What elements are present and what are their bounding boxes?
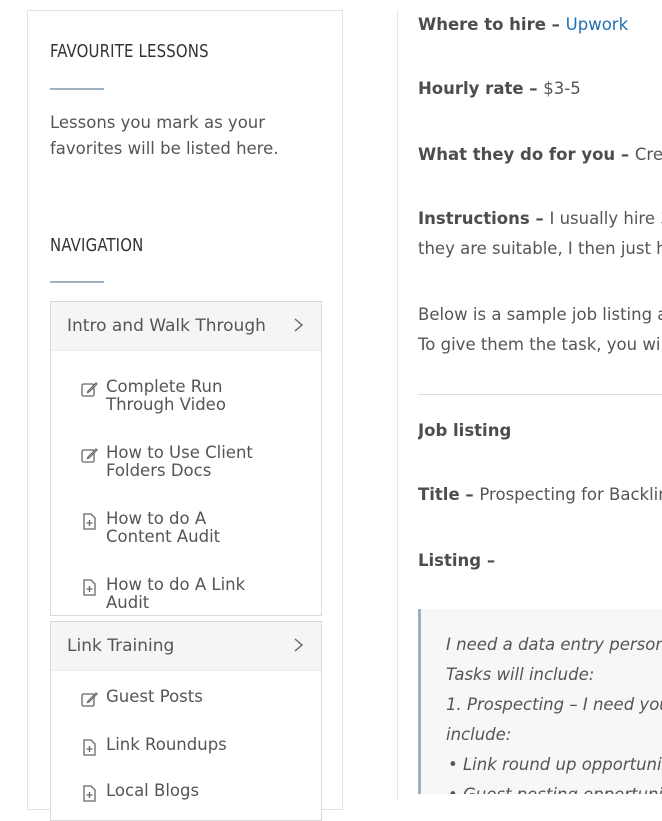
- below-text-line-1: Below is a sample job listing a: [418, 305, 662, 324]
- listing-label: Listing –: [418, 551, 496, 570]
- lesson-item[interactable]: Link Roundups: [81, 736, 291, 758]
- quote-line: include:: [446, 725, 512, 744]
- section-header-intro[interactable]: Intro and Walk Through: [51, 302, 321, 351]
- favourite-lessons-title: FAVOURITE LESSONS: [50, 41, 209, 62]
- main-content: Where to hire – Upwork Hourly rate – $3-…: [418, 0, 662, 794]
- lesson-label: Local Blogs: [106, 781, 200, 800]
- below-text-line-2: To give them the task, you wi: [418, 335, 661, 354]
- lesson-item[interactable]: How to Use Client Folders Docs: [81, 444, 291, 484]
- quote-line: I need a data entry person w: [446, 635, 662, 654]
- section-header-link-training[interactable]: Link Training: [51, 622, 321, 671]
- lesson-label: Complete Run Through Video: [106, 377, 226, 414]
- lesson-item[interactable]: How to do A Link Audit: [81, 576, 291, 616]
- section-label: Intro and Walk Through: [67, 316, 266, 336]
- edit-icon: [81, 448, 98, 463]
- lesson-item[interactable]: How to do A Content Audit: [81, 510, 291, 550]
- document-plus-icon: [83, 513, 96, 530]
- lesson-label: Link Roundups: [106, 735, 227, 754]
- content-border: [397, 10, 398, 800]
- where-to-hire-line: Where to hire – Upwork: [418, 15, 629, 34]
- instructions-line: Instructions – I usually hire 3: [418, 209, 662, 228]
- lesson-label: How to Use Client Folders Docs: [106, 443, 253, 480]
- upwork-link[interactable]: Upwork: [566, 15, 628, 34]
- instructions-line-2: they are suitable, I then just h: [418, 239, 662, 258]
- job-listing-heading: Job listing: [418, 421, 512, 440]
- job-listing-quote: I need a data entry person w Tasks will …: [418, 609, 662, 794]
- section-label: Link Training: [67, 636, 175, 656]
- title-line: Title – Prospecting for Backlin: [418, 485, 662, 504]
- what-they-do-line: What they do for you – Creat: [418, 145, 662, 164]
- lesson-item[interactable]: Local Blogs: [81, 782, 291, 804]
- document-plus-icon: [83, 739, 96, 756]
- nav-section-intro: Intro and Walk Through Complete Run Throu…: [50, 301, 322, 616]
- hourly-rate-line: Hourly rate – $3-5: [418, 79, 581, 98]
- title-underline: [50, 88, 104, 90]
- quote-line: Tasks will include:: [446, 665, 595, 684]
- edit-icon: [81, 382, 98, 397]
- lesson-label: How to do A Link Audit: [106, 575, 246, 612]
- quote-line: 1. Prospecting – I need you t: [446, 695, 662, 714]
- lesson-label: How to do A Content Audit: [106, 509, 221, 546]
- title-underline: [50, 281, 104, 283]
- sidebar: FAVOURITE LESSONS Lessons you mark as yo…: [27, 10, 343, 821]
- chevron-right-icon: [294, 638, 304, 652]
- favourites-empty-text: Lessons you mark as your favorites will …: [50, 113, 279, 158]
- divider: [418, 394, 662, 395]
- lesson-item[interactable]: Complete Run Through Video: [81, 378, 291, 418]
- quote-line: • Guest posting opportuniti: [448, 785, 662, 794]
- chevron-right-icon: [294, 318, 304, 332]
- lesson-label: Guest Posts: [106, 687, 203, 706]
- edit-icon: [81, 692, 98, 707]
- navigation-title: NAVIGATION: [50, 235, 144, 256]
- quote-line: • Link round up opportunit: [448, 755, 662, 774]
- nav-section-link-training: Link Training Guest Posts Link Roundups: [50, 621, 322, 821]
- lesson-item[interactable]: Guest Posts: [81, 688, 291, 710]
- document-plus-icon: [83, 579, 96, 596]
